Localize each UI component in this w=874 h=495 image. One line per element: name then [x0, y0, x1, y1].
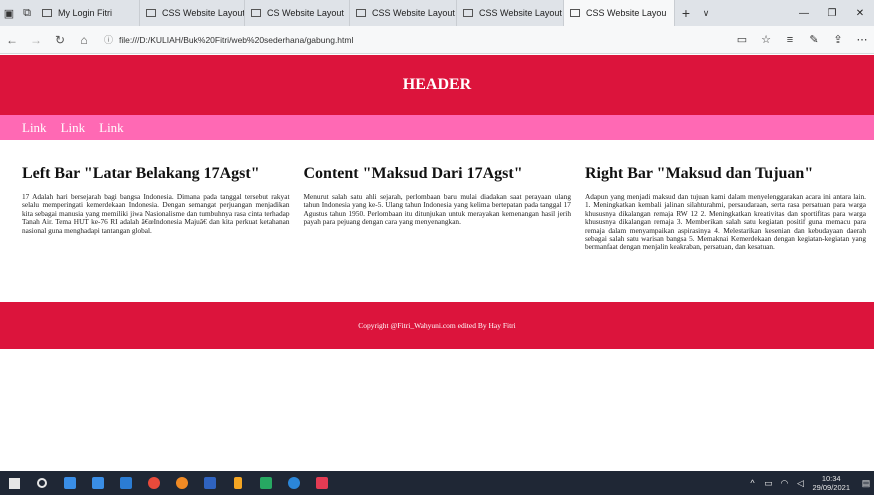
tab-label: CSS Website Layou	[586, 8, 667, 18]
minimize-icon[interactable]: —	[790, 0, 818, 26]
volume-icon[interactable]: ◁	[792, 478, 808, 489]
right-bar-title: Right Bar "Maksud dan Tujuan"	[584, 165, 814, 182]
content-text: Menurut salah satu ahli sejarah, perlomb…	[303, 192, 571, 227]
browser-tab[interactable]: CSS Website Layout	[140, 0, 245, 26]
store-icon[interactable]	[84, 471, 112, 495]
word-icon[interactable]	[196, 471, 224, 495]
home-icon[interactable]: ⌂	[72, 26, 96, 54]
browser-tab[interactable]: CSS Website Layout	[457, 0, 564, 26]
task-view-icon[interactable]	[56, 471, 84, 495]
pen-icon[interactable]: ✎	[802, 33, 826, 46]
center-content: Content "Maksud Dari 17Agst" Menurut sal…	[303, 165, 584, 292]
page-icon	[570, 9, 580, 17]
tab-label: CSS Website Layout	[162, 8, 245, 18]
edge-icon[interactable]	[280, 471, 308, 495]
tab-label: CS Website Layout	[267, 8, 344, 18]
tab-list-chevron-icon[interactable]: ∨	[697, 8, 715, 19]
tab-actions-icon[interactable]: ▣	[0, 0, 18, 26]
wifi-icon[interactable]: ◠	[776, 478, 792, 489]
left-bar: Left Bar "Latar Belakang 17Agst" 17 Adal…	[22, 165, 303, 292]
info-icon[interactable]: ⓘ	[104, 33, 113, 46]
taskbar: ^ ▭ ◠ ◁ 10:34 29/09/2021 ▤	[0, 471, 874, 495]
chevron-up-icon[interactable]: ^	[744, 478, 760, 488]
maximize-icon[interactable]: ❐	[818, 0, 846, 26]
system-tray: ^ ▭ ◠ ◁ 10:34 29/09/2021 ▤	[744, 474, 874, 492]
xampp-icon[interactable]	[224, 471, 252, 495]
start-windows-icon[interactable]	[0, 471, 28, 495]
page-icon	[356, 9, 366, 17]
forward-arrow-icon[interactable]: →	[24, 26, 48, 54]
search-icon[interactable]	[28, 471, 56, 495]
share-icon[interactable]: ⇪	[826, 33, 850, 46]
browser-tab[interactable]: CSS Website Layout	[350, 0, 457, 26]
new-tab-button[interactable]: +	[675, 5, 697, 21]
nav-link[interactable]: Link	[22, 120, 47, 136]
clock[interactable]: 10:34 29/09/2021	[812, 474, 850, 492]
clock-time: 10:34	[821, 474, 841, 483]
url-text: file:///D:/KULIAH/Buk%20Fitri/web%20sede…	[119, 34, 354, 45]
browser-tab-active[interactable]: CSS Website Layou ✕	[564, 0, 675, 26]
page-header: HEADER	[0, 55, 874, 115]
firefox-icon[interactable]	[168, 471, 196, 495]
page-icon	[146, 9, 156, 17]
close-window-icon[interactable]: ✕	[846, 0, 874, 26]
content-title: Content "Maksud Dari 17Agst"	[303, 165, 523, 182]
notifications-icon[interactable]: ▤	[858, 478, 874, 489]
nav-link[interactable]: Link	[61, 120, 86, 136]
app-icon[interactable]	[308, 471, 336, 495]
address-bar-actions: ▭ ☆ ≡ ✎ ⇪ ⋯	[730, 33, 874, 47]
refresh-icon[interactable]: ↻	[48, 26, 72, 54]
right-bar-text: Adapun yang menjadi maksud dan tujuan ka…	[584, 192, 867, 252]
nav-link[interactable]: Link	[99, 120, 124, 136]
web-page: HEADER Link Link Link Left Bar "Latar Be…	[0, 55, 874, 470]
address-bar-row: ← → ↻ ⌂ ⓘ file:///D:/KULIAH/Buk%20Fitri/…	[0, 26, 874, 54]
page-icon	[42, 9, 52, 17]
tab-label: CSS Website Layout	[479, 8, 562, 18]
browser-tab[interactable]: My Login Fitri	[36, 0, 140, 26]
battery-icon[interactable]: ▭	[760, 478, 776, 489]
page-icon	[463, 9, 473, 17]
browser-tab-bar: ▣ ⧉ My Login Fitri CSS Website Layout CS…	[0, 0, 874, 26]
chrome-icon[interactable]	[140, 471, 168, 495]
right-bar: Right Bar "Maksud dan Tujuan" Adapun yan…	[585, 165, 866, 292]
favorite-star-icon[interactable]: ☆	[754, 33, 778, 46]
back-arrow-icon[interactable]: ←	[0, 26, 24, 54]
tab-label: CSS Website Layout	[372, 8, 455, 18]
left-bar-text: 17 Adalah hari bersejarah bagi bangsa In…	[22, 192, 290, 235]
url-field[interactable]: ⓘ file:///D:/KULIAH/Buk%20Fitri/web%20se…	[96, 30, 730, 50]
page-footer: Copyright @Fitri_Wahyuni.com edited By H…	[0, 302, 874, 349]
reading-view-icon[interactable]: ▭	[730, 33, 754, 46]
favorites-list-icon[interactable]: ≡	[778, 34, 802, 46]
set-aside-tabs-icon[interactable]: ⧉	[18, 0, 36, 26]
window-controls: — ❐ ✕	[790, 0, 874, 26]
clock-date: 29/09/2021	[812, 483, 850, 492]
browser-tab[interactable]: CS Website Layout	[245, 0, 350, 26]
mail-icon[interactable]	[112, 471, 140, 495]
page-icon	[251, 9, 261, 17]
tab-label: My Login Fitri	[58, 8, 113, 18]
content-columns: Left Bar "Latar Belakang 17Agst" 17 Adal…	[0, 165, 874, 292]
vscode-icon[interactable]	[252, 471, 280, 495]
left-bar-title: Left Bar "Latar Belakang 17Agst"	[22, 165, 260, 182]
more-icon[interactable]: ⋯	[850, 33, 874, 46]
nav-bar: Link Link Link	[0, 115, 874, 140]
